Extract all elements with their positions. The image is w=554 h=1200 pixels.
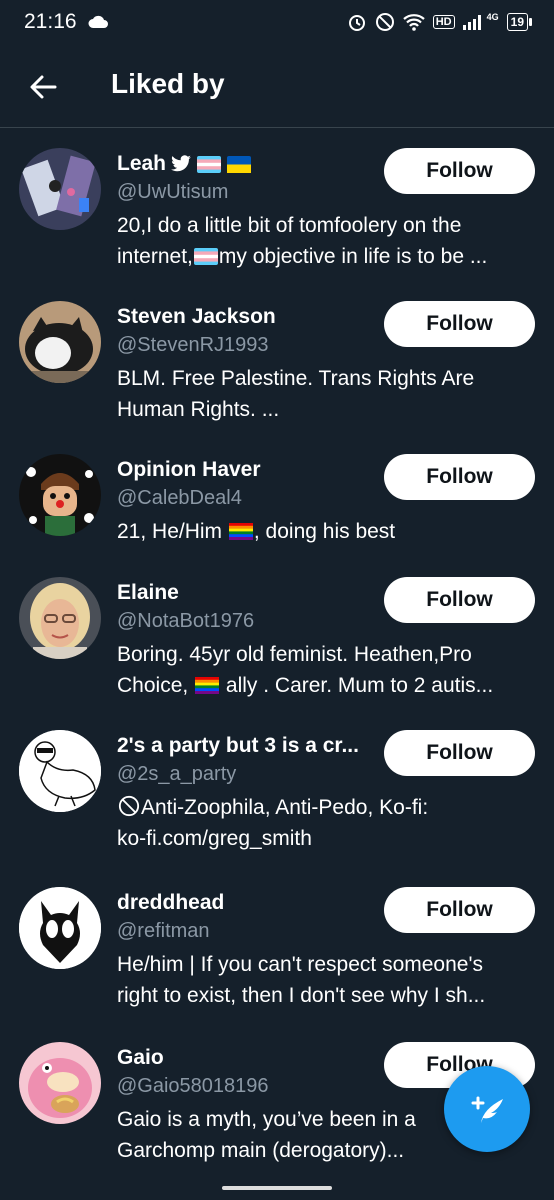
battery-level: 19 [506,13,528,31]
network-type: 4G [486,12,499,22]
avatar[interactable] [19,577,101,659]
user-name: Opinion Haver [117,458,261,481]
page-title: Liked by [111,68,225,99]
trans-flag-icon [197,155,222,173]
signal-icon [462,14,481,30]
user-bio: 21, He/Him , doing his best [117,516,537,547]
user-handle: @UwUtisum [117,181,229,203]
no-symbol-icon [118,795,140,817]
avatar[interactable] [19,301,101,383]
user-handle: @StevenRJ1993 [117,334,269,356]
user-name: Leah [117,152,167,175]
user-handle: @2s_a_party [117,763,237,785]
dnd-icon [375,13,394,31]
avatar[interactable] [19,887,101,969]
compose-tweet-icon [471,1096,503,1123]
follow-button[interactable]: Follow [384,730,535,776]
ukraine-flag-icon [227,155,252,173]
bio-line: Choice, ally . Carer. Mum to 2 autis... [117,674,494,697]
user-bio: BLM. Free Palestine. Trans Rights Are Hu… [117,363,537,425]
avatar[interactable] [19,1042,101,1124]
user-name-line: Elaine [117,581,179,605]
wifi-icon [403,14,425,31]
follow-button[interactable]: Follow [384,148,535,194]
user-name-line: Leah [117,152,252,176]
user-bio: 20,I do a little bit of tomfoolery on th… [117,210,537,272]
user-name-line: Gaio [117,1046,164,1070]
follow-button[interactable]: Follow [384,887,535,933]
bio-line: BLM. Free Palestine. Trans Rights Are [117,367,475,390]
rainbow-flag-icon [195,677,220,694]
avatar[interactable] [19,148,101,230]
rainbow-flag-icon [228,523,253,540]
battery-icon: 19 [506,13,532,31]
bio-line: He/him | If you can't respect someone's [117,953,483,976]
user-bio: Anti-Zoophila, Anti-Pedo, Ko-fi: ko-fi.c… [117,792,537,854]
user-name-line: Steven Jackson [117,305,276,329]
user-handle: @CalebDeal4 [117,487,242,509]
user-bio: Boring. 45yr old feminist. Heathen,Pro C… [117,639,537,701]
home-indicator[interactable] [222,1186,332,1190]
user-name: dreddhead [117,891,225,914]
user-name-line: dreddhead [117,891,224,915]
status-time: 21:16 [24,10,77,33]
user-name: Steven Jackson [117,305,276,328]
follow-button[interactable]: Follow [384,301,535,347]
bird-icon [171,155,191,172]
user-name-line: 2's a party but 3 is a cr... [117,734,359,758]
bio-line: 20,I do a little bit of tomfoolery on th… [117,214,462,237]
status-bar: 21:16 HD 4G 19 [0,0,554,44]
user-handle: @NotaBot1976 [117,610,255,632]
compose-tweet-button[interactable] [444,1066,530,1152]
user-name: Elaine [117,581,179,604]
bio-line: internet, my objective in life is to be .… [117,245,488,268]
user-name: Gaio [117,1046,164,1069]
trans-flag-icon [193,248,218,265]
follow-button[interactable]: Follow [384,577,535,623]
avatar[interactable] [19,454,101,536]
alarm-icon [348,15,365,31]
user-handle: @Gaio58018196 [117,1075,269,1097]
user-handle: @refitman [117,920,210,942]
arrow-left-icon[interactable] [28,72,58,102]
header: Liked by [0,44,554,128]
user-name: 2's a party but 3 is a cr... [117,734,359,757]
user-name-line: Opinion Haver [117,458,261,482]
bio-line: Human Rights. ... [117,398,280,421]
bio-line: Anti-Zoophila, Anti-Pedo, Ko-fi: [117,792,537,823]
follow-button[interactable]: Follow [384,454,535,500]
cloud-icon [88,15,108,28]
bio-line: right to exist, then I don't see why I s… [117,984,486,1007]
user-bio: He/him | If you can't respect someone's … [117,949,537,1011]
hd-badge: HD [432,15,455,29]
avatar[interactable] [19,730,101,812]
bio-line: 21, He/Him , doing his best [117,520,396,543]
bio-line: Boring. 45yr old feminist. Heathen,Pro [117,643,472,666]
bio-line: ko-fi.com/greg_smith [117,827,312,850]
